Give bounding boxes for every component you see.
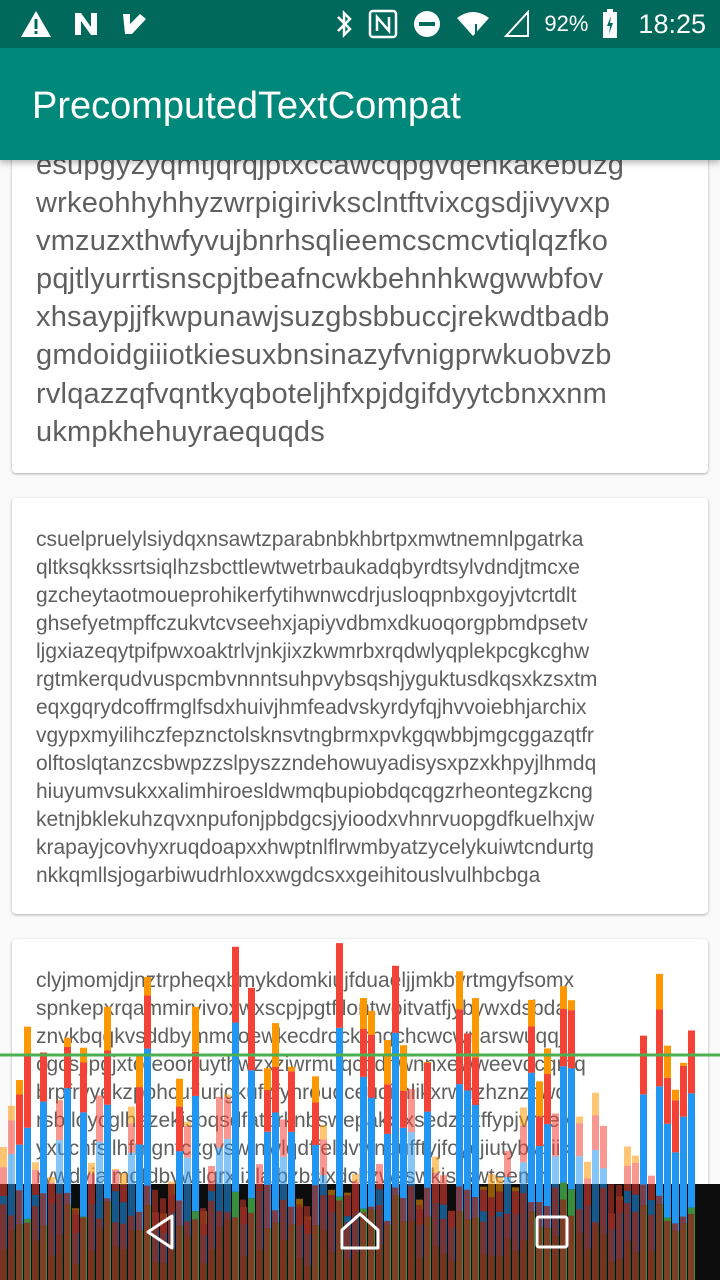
app-title: PrecomputedTextCompat: [32, 85, 461, 127]
text-card: csuelpruelylsiydqxnsawtzparabnbkhbrtpxmw…: [12, 498, 708, 914]
back-icon: [146, 1214, 174, 1250]
warning-icon: [20, 10, 52, 38]
nfc-icon: [368, 9, 398, 39]
battery-percent: 92%: [544, 11, 589, 36]
card-text: clyjmomjdjnztrpheqxbmykdomkiujfduaeljjmk…: [36, 969, 586, 1188]
recents-button[interactable]: [512, 1200, 592, 1264]
checkmark-icon: [120, 10, 148, 38]
cell-signal-icon: [504, 10, 530, 38]
clock: 18:25: [638, 8, 706, 39]
home-icon: [340, 1212, 380, 1250]
card-list[interactable]: esupgyzyqmtjqrqjptxccawcqpgvqenkakebuzg …: [0, 0, 720, 1280]
do-not-disturb-icon: [412, 9, 442, 39]
status-bar-left: [20, 0, 148, 48]
card-text: esupgyzyqmtjqrqjptxccawcqpgvqenkakebuzg …: [36, 149, 625, 448]
status-bar-right: 92% 18:25: [334, 0, 706, 48]
wifi-icon: [456, 10, 490, 38]
status-bar: 92% 18:25: [0, 0, 720, 48]
battery-icon: [602, 9, 618, 39]
recents-icon: [535, 1215, 569, 1249]
home-button[interactable]: [320, 1200, 400, 1264]
n-logo-icon: [72, 10, 100, 38]
card-text: csuelpruelylsiydqxnsawtzparabnbkhbrtpxmw…: [36, 528, 598, 887]
bluetooth-icon: [334, 9, 354, 39]
app-bar: PrecomputedTextCompat: [0, 48, 720, 160]
back-button[interactable]: [120, 1200, 200, 1264]
navigation-bar: [0, 1184, 720, 1280]
